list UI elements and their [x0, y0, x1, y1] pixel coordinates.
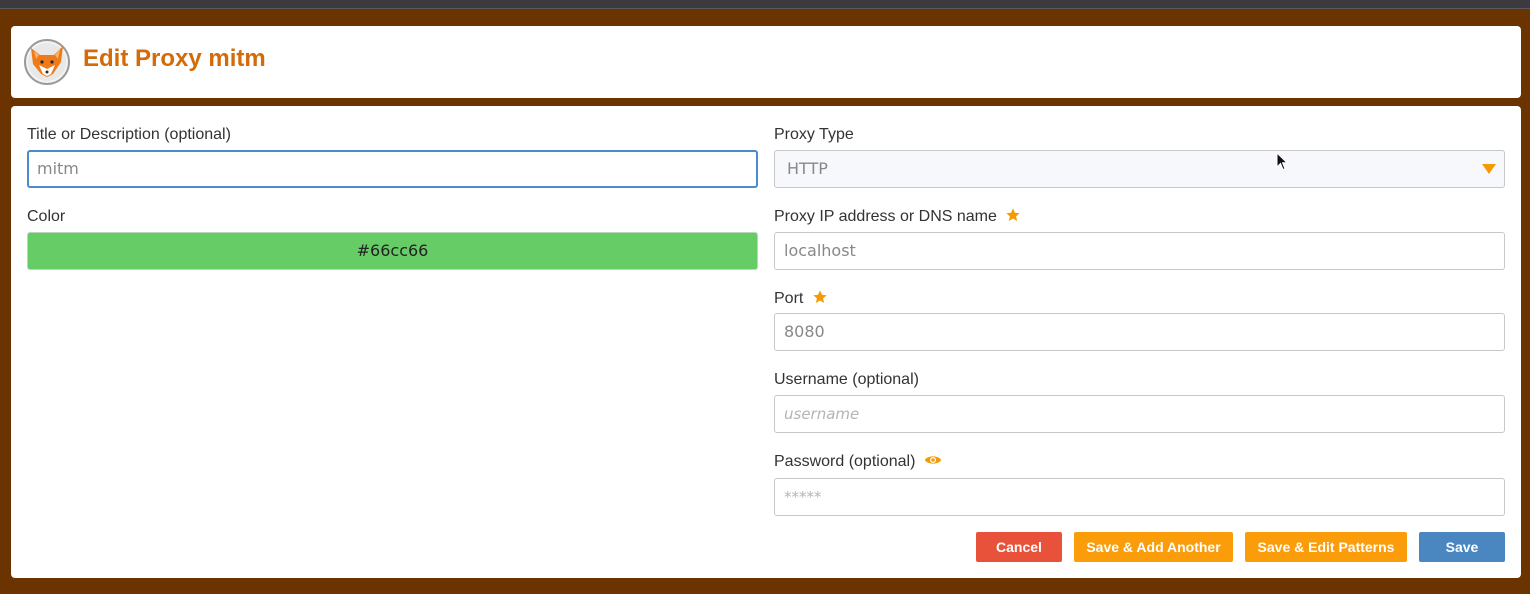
cancel-button[interactable]: Cancel [976, 532, 1062, 562]
fox-logo-icon [24, 39, 70, 85]
username-input[interactable]: username [774, 395, 1505, 433]
save-button[interactable]: Save [1419, 532, 1505, 562]
address-label-text: Proxy IP address or DNS name [774, 208, 997, 225]
proxy-type-select[interactable]: HTTP [774, 150, 1505, 188]
port-label: Port [774, 290, 828, 308]
proxy-type-label: Proxy Type [774, 126, 854, 143]
title-label: Title or Description (optional) [27, 126, 231, 143]
page-header: Edit Proxy mitm [11, 26, 1521, 98]
color-picker[interactable]: #66cc66 [27, 232, 758, 270]
address-label: Proxy IP address or DNS name [774, 208, 1021, 226]
save-edit-patterns-button[interactable]: Save & Edit Patterns [1245, 532, 1407, 562]
port-label-text: Port [774, 290, 804, 307]
color-label: Color [27, 208, 66, 225]
save-add-another-button[interactable]: Save & Add Another [1074, 532, 1233, 562]
page-title: Edit Proxy mitm [83, 45, 266, 72]
port-input[interactable]: 8080 [774, 313, 1505, 351]
password-label: Password (optional) [774, 453, 942, 471]
password-label-text: Password (optional) [774, 453, 916, 470]
proxy-form-panel: Title or Description (optional) mitm Col… [11, 106, 1521, 578]
proxy-address-input[interactable]: localhost [774, 232, 1505, 270]
eye-icon[interactable] [924, 453, 942, 467]
chevron-down-icon [1482, 164, 1496, 174]
browser-toolbar-strip [0, 0, 1530, 9]
title-input[interactable]: mitm [27, 150, 758, 188]
required-star-icon [1006, 208, 1021, 222]
mouse-cursor-icon [1276, 152, 1288, 171]
username-label: Username (optional) [774, 371, 919, 388]
required-star-icon [813, 290, 827, 304]
password-input[interactable]: ***** [774, 478, 1505, 516]
proxy-type-value: HTTP [787, 159, 828, 178]
